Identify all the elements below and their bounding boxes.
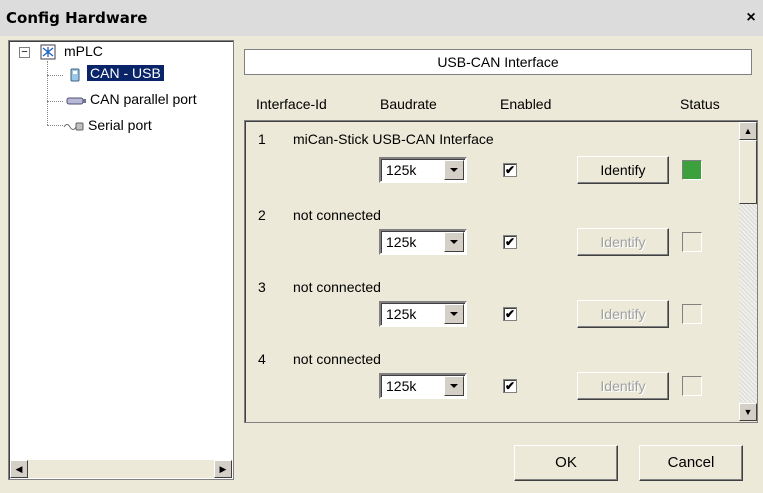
panel-title: USB-CAN Interface: [244, 49, 752, 75]
tree-horizontal-scrollbar[interactable]: ◀ ▶: [10, 460, 232, 478]
enabled-checkbox[interactable]: ✔: [503, 235, 517, 249]
tree-item-label: CAN parallel port: [90, 91, 197, 107]
status-indicator: [682, 376, 702, 396]
network-icon: [40, 44, 56, 60]
enabled-checkbox[interactable]: ✔: [503, 307, 517, 321]
chevron-down-icon[interactable]: [444, 376, 464, 396]
baudrate-value: 125k: [386, 234, 417, 250]
interface-id: 3: [258, 279, 266, 295]
ok-button[interactable]: OK: [514, 445, 618, 481]
scroll-right-button[interactable]: ▶: [214, 460, 232, 478]
tree-collapse-toggle[interactable]: −: [19, 47, 30, 58]
scroll-left-button[interactable]: ◀: [10, 460, 28, 478]
usb-icon: [70, 68, 80, 82]
identify-button[interactable]: Identify: [577, 372, 669, 400]
config-hardware-window: Config Hardware × − mPLC CAN - USB CAN p…: [0, 0, 763, 493]
window-title: Config Hardware: [6, 9, 148, 27]
tree-item-label: CAN - USB: [87, 65, 164, 81]
serial-port-icon: [63, 122, 84, 131]
interface-name: miCan-Stick USB-CAN Interface: [293, 131, 494, 147]
parallel-port-icon: [66, 97, 86, 105]
enabled-checkbox[interactable]: ✔: [503, 163, 517, 177]
tree-item-label: Serial port: [88, 117, 152, 133]
interface-id: 2: [258, 207, 266, 223]
status-indicator: [682, 304, 702, 324]
identify-button[interactable]: Identify: [577, 300, 669, 328]
baudrate-select[interactable]: 125k: [379, 301, 467, 327]
status-indicator: [682, 232, 702, 252]
column-header-status: Status: [680, 96, 720, 112]
identify-button[interactable]: Identify: [577, 228, 669, 256]
cancel-button[interactable]: Cancel: [639, 445, 743, 481]
interface-name: not connected: [293, 207, 381, 223]
scroll-thumb[interactable]: [739, 140, 757, 204]
tree-connector: [47, 101, 63, 102]
tree-connector: [47, 75, 63, 76]
baudrate-value: 125k: [386, 378, 417, 394]
column-header-enabled: Enabled: [500, 96, 552, 112]
hardware-tree: − mPLC CAN - USB CAN parallel port Seria…: [8, 40, 234, 480]
scroll-up-button[interactable]: ▲: [739, 122, 757, 140]
tree-connector: [47, 61, 48, 125]
column-header-id: Interface-Id: [256, 96, 327, 112]
enabled-checkbox[interactable]: ✔: [503, 379, 517, 393]
identify-button[interactable]: Identify: [577, 156, 669, 184]
baudrate-value: 125k: [386, 162, 417, 178]
baudrate-select[interactable]: 125k: [379, 157, 467, 183]
tree-connector: [47, 125, 63, 126]
interface-name: not connected: [293, 351, 381, 367]
baudrate-select[interactable]: 125k: [379, 373, 467, 399]
chevron-down-icon[interactable]: [444, 232, 464, 252]
tree-root-label[interactable]: mPLC: [64, 43, 103, 59]
interface-list-vertical-scrollbar[interactable]: ▲ ▼: [739, 122, 757, 421]
interface-list: 1 miCan-Stick USB-CAN Interface 125k ✔ I…: [244, 120, 758, 423]
baudrate-value: 125k: [386, 306, 417, 322]
column-header-baudrate: Baudrate: [380, 96, 437, 112]
close-button[interactable]: ×: [741, 8, 761, 28]
chevron-down-icon[interactable]: [444, 160, 464, 180]
chevron-down-icon[interactable]: [444, 304, 464, 324]
scroll-down-button[interactable]: ▼: [739, 403, 757, 421]
interface-id: 1: [258, 131, 266, 147]
status-indicator: [682, 160, 702, 180]
interface-id: 4: [258, 351, 266, 367]
baudrate-select[interactable]: 125k: [379, 229, 467, 255]
title-bar: Config Hardware ×: [0, 0, 763, 36]
interface-name: not connected: [293, 279, 381, 295]
